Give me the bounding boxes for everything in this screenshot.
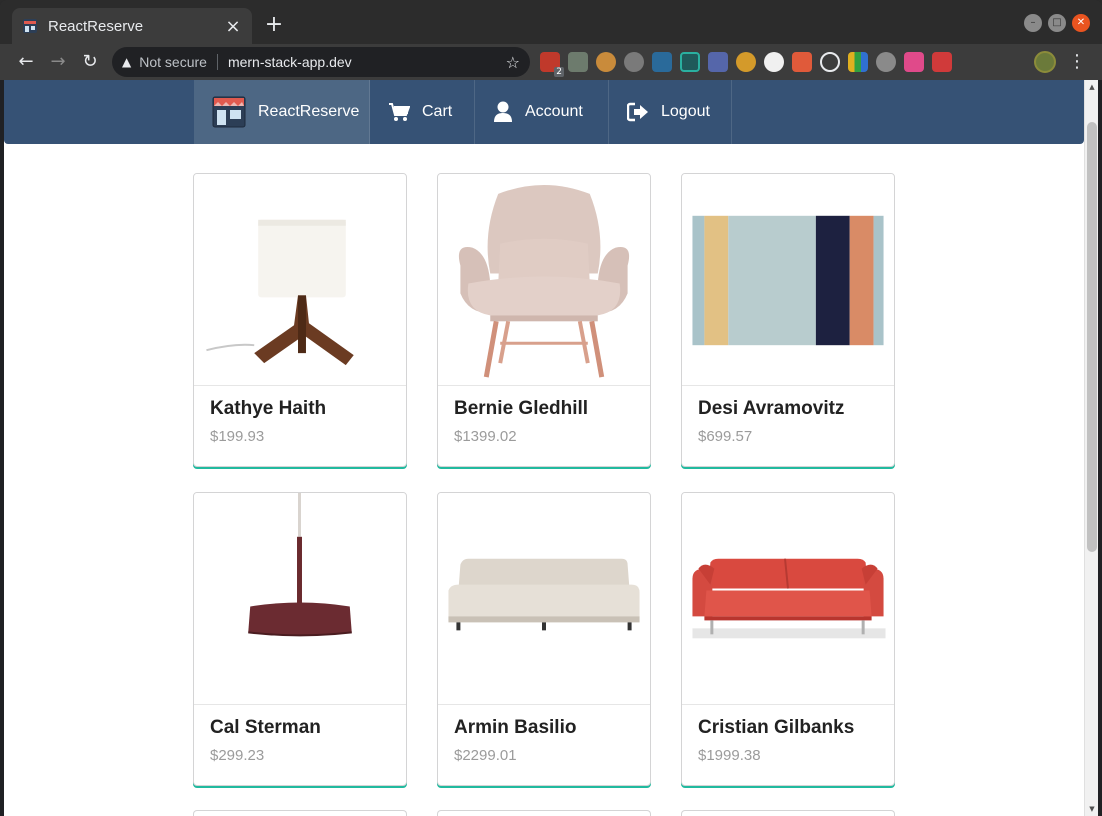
site-navbar: ReactReserve Cart Account Logout xyxy=(4,80,1084,144)
store-logo-icon xyxy=(212,96,246,128)
sign-out-icon xyxy=(627,102,649,122)
nav-account[interactable]: Account xyxy=(475,80,609,144)
warning-icon[interactable]: ▲ xyxy=(122,55,131,69)
extension-icon[interactable] xyxy=(652,52,672,72)
extension-icon[interactable] xyxy=(904,52,924,72)
address-bar[interactable]: ▲ Not secure mern-stack-app.dev ☆ xyxy=(112,47,530,77)
tab-strip: ReactReserve × + – □ ✕ xyxy=(0,0,1102,44)
product-card[interactable]: Bernie Gledhill $1399.02 xyxy=(437,173,651,467)
product-name[interactable]: Armin Basilio xyxy=(454,717,576,739)
product-price: $1399.02 xyxy=(454,428,517,445)
product-name[interactable]: Cal Sterman xyxy=(210,717,321,739)
tab-close-icon[interactable]: × xyxy=(224,16,242,37)
adblock-badge: 2 xyxy=(554,67,564,77)
extension-icon[interactable] xyxy=(708,52,728,72)
cookie-extension-icon[interactable] xyxy=(596,52,616,72)
back-button[interactable]: ← xyxy=(14,50,38,74)
product-image xyxy=(194,493,406,705)
nav-cart[interactable]: Cart xyxy=(370,80,475,144)
browser-tab[interactable]: ReactReserve × xyxy=(12,8,252,44)
cart-icon xyxy=(388,102,410,122)
forward-button[interactable]: → xyxy=(46,50,70,74)
product-card[interactable] xyxy=(437,810,651,816)
product-price: $1999.38 xyxy=(698,747,761,764)
nav-brand[interactable]: ReactReserve xyxy=(194,80,370,144)
product-card[interactable] xyxy=(193,810,407,816)
nav-logout[interactable]: Logout xyxy=(609,80,732,144)
omnibox-divider xyxy=(216,54,218,70)
product-card[interactable]: Cal Sterman $299.23 xyxy=(193,492,407,786)
scroll-down-arrow-icon[interactable]: ▼ xyxy=(1085,802,1098,816)
nav-brand-label: ReactReserve xyxy=(258,103,360,120)
bookmark-star-icon[interactable]: ☆ xyxy=(506,53,520,72)
product-card[interactable] xyxy=(681,810,895,816)
product-price: $299.23 xyxy=(210,747,265,764)
product-price: $199.93 xyxy=(210,428,265,445)
extension-icon[interactable] xyxy=(876,52,896,72)
product-image xyxy=(682,493,894,705)
product-name[interactable]: Bernie Gledhill xyxy=(454,398,588,420)
extension-icon[interactable] xyxy=(848,52,868,72)
nav-account-label: Account xyxy=(525,103,583,120)
extension-icon[interactable] xyxy=(680,52,700,72)
window-controls: – □ ✕ xyxy=(1024,14,1090,32)
product-price: $699.57 xyxy=(698,428,753,445)
extension-icon[interactable] xyxy=(820,52,840,72)
page-viewport: ReactReserve Cart Account Logout Kathye … xyxy=(4,80,1098,816)
reload-button[interactable]: ↻ xyxy=(78,50,102,74)
product-name[interactable]: Kathye Haith xyxy=(210,398,326,420)
page-scrollbar[interactable]: ▲ ▼ xyxy=(1084,80,1098,816)
cloud-extension-icon[interactable] xyxy=(624,52,644,72)
browser-menu-icon[interactable]: ⋮ xyxy=(1068,50,1086,74)
tab-title: ReactReserve xyxy=(48,17,144,35)
new-tab-button[interactable]: + xyxy=(262,13,286,37)
github-extension-icon[interactable] xyxy=(764,52,784,72)
maximize-button[interactable]: □ xyxy=(1048,14,1066,32)
product-price: $2299.01 xyxy=(454,747,517,764)
adblock-extension-icon[interactable]: 2 xyxy=(540,52,564,77)
nav-logout-label: Logout xyxy=(661,103,710,120)
scroll-up-arrow-icon[interactable]: ▲ xyxy=(1085,80,1098,94)
extension-icon[interactable] xyxy=(792,52,812,72)
product-name[interactable]: Cristian Gilbanks xyxy=(698,717,854,739)
extension-icon[interactable] xyxy=(932,52,952,72)
browser-toolbar: ← → ↻ ▲ Not secure mern-stack-app.dev ☆ … xyxy=(0,44,1102,80)
product-image xyxy=(438,174,650,386)
product-image xyxy=(438,493,650,705)
browser-window: ReactReserve × + – □ ✕ ← → ↻ ▲ Not secur… xyxy=(0,0,1102,816)
url-text[interactable]: mern-stack-app.dev xyxy=(228,54,506,70)
close-window-button[interactable]: ✕ xyxy=(1072,14,1090,32)
minimize-button[interactable]: – xyxy=(1024,14,1042,32)
scrollbar-thumb[interactable] xyxy=(1087,122,1097,552)
extensions-bar: 2 xyxy=(540,52,952,77)
product-image xyxy=(682,174,894,386)
product-image xyxy=(194,174,406,386)
security-label[interactable]: Not secure xyxy=(139,54,207,70)
product-card[interactable]: Desi Avramovitz $699.57 xyxy=(681,173,895,467)
store-favicon-icon xyxy=(23,19,37,33)
product-card[interactable]: Cristian Gilbanks $1999.38 xyxy=(681,492,895,786)
user-icon xyxy=(493,101,513,123)
extension-icon[interactable] xyxy=(736,52,756,72)
product-card[interactable]: Armin Basilio $2299.01 xyxy=(437,492,651,786)
product-name[interactable]: Desi Avramovitz xyxy=(698,398,844,420)
profile-avatar[interactable] xyxy=(1034,51,1056,73)
extension-icon[interactable] xyxy=(568,52,588,72)
product-card[interactable]: Kathye Haith $199.93 xyxy=(193,173,407,467)
nav-cart-label: Cart xyxy=(422,103,453,120)
